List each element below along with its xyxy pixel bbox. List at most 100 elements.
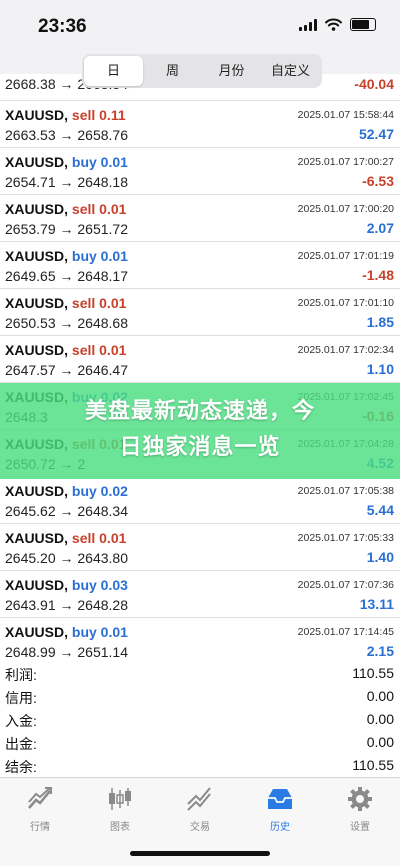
trade-datetime: 2025.01.07 17:00:20 xyxy=(297,203,394,215)
trade-prices: 2649.65 → 2648.17 xyxy=(5,268,128,284)
trade-side: sell 0.01 xyxy=(71,530,127,546)
segment-custom[interactable]: 自定义 xyxy=(261,56,320,86)
trade-side: buy 0.03 xyxy=(71,577,128,593)
trade-symbol-separator: , xyxy=(64,295,72,311)
chart-icon xyxy=(109,788,131,810)
segment-day[interactable]: 日 xyxy=(84,56,143,86)
tab-charts-label: 图表 xyxy=(110,822,130,833)
summary-label: 出金: xyxy=(5,736,37,752)
trade-prices: 2643.91 → 2648.28 xyxy=(5,597,128,613)
trade-row[interactable]: XAUUSD, sell 0.01 2647.57 → 2646.47 2025.0… xyxy=(0,336,400,383)
trade-datetime: 2025.01.07 17:01:19 xyxy=(297,250,394,262)
trade-title: XAUUSD, buy 0.02 xyxy=(5,483,128,499)
tab-history[interactable]: 历史 xyxy=(240,786,320,833)
summary-label: 信用: xyxy=(5,690,37,706)
tab-trade[interactable]: 交易 xyxy=(160,786,240,833)
trade-side: sell 0.01 xyxy=(71,342,127,358)
trade-profit: 5.44 xyxy=(366,502,394,518)
trade-title: XAUUSD, sell 0.01 xyxy=(5,295,126,311)
trade-title: XAUUSD, buy 0.01 xyxy=(5,154,128,170)
home-indicator xyxy=(130,851,270,856)
trade-row[interactable]: XAUUSD, buy 0.01 2648.99 → 2651.14 2025.01… xyxy=(0,618,400,665)
trade-prices: 2648.99 → 2651.14 xyxy=(5,644,128,660)
trade-row[interactable]: XAUUSD, buy 0.03 2643.91 → 2648.28 2025.01… xyxy=(0,571,400,618)
status-icons xyxy=(299,18,376,31)
trade-datetime: 2025.01.07 17:14:45 xyxy=(297,626,394,638)
trade-symbol-separator: , xyxy=(64,577,72,593)
status-bar: 23:36 xyxy=(0,0,400,50)
trade-icon xyxy=(187,787,211,811)
trade-title: XAUUSD, buy 0.03 xyxy=(5,577,128,593)
tab-quotes[interactable]: 行情 xyxy=(0,786,80,833)
trade-row[interactable]: XAUUSD, sell 0.01 2650.53 → 2648.68 2025.0… xyxy=(0,289,400,336)
trade-symbol: XAUUSD xyxy=(5,530,65,546)
trade-symbol: XAUUSD xyxy=(5,624,65,640)
trade-title: XAUUSD, sell 0.01 xyxy=(5,201,126,217)
trade-side: buy 0.02 xyxy=(71,483,128,499)
trade-profit: 13.11 xyxy=(359,596,394,612)
trade-title: XAUUSD, sell 0.01 xyxy=(5,342,126,358)
trade-datetime: 2025.01.07 17:05:33 xyxy=(297,532,394,544)
tab-trade-label: 交易 xyxy=(190,822,210,833)
trade-symbol: XAUUSD xyxy=(5,483,65,499)
trade-side: buy 0.01 xyxy=(71,248,128,264)
summary-label: 入金: xyxy=(5,713,37,729)
trade-profit: 1.40 xyxy=(366,549,394,565)
trade-side: buy 0.01 xyxy=(71,624,128,640)
cellular-signal-icon xyxy=(299,18,317,31)
summary-value: 0.00 xyxy=(366,711,394,727)
trade-row[interactable]: XAUUSD, buy 0.01 2654.71 → 2648.18 2025.01… xyxy=(0,148,400,195)
tab-settings[interactable]: 设置 xyxy=(320,786,400,833)
trade-symbol: XAUUSD xyxy=(5,154,65,170)
trade-datetime: 2025.01.07 17:02:34 xyxy=(297,344,394,356)
trade-symbol-separator: , xyxy=(64,201,72,217)
trade-prices: 2653.79 → 2651.72 xyxy=(5,221,128,237)
trade-row[interactable]: XAUUSD, sell 0.11 2663.53 → 2658.76 2025.0… xyxy=(0,101,400,148)
history-icon xyxy=(268,789,292,809)
trade-title: XAUUSD, sell 0.11 xyxy=(5,107,126,123)
wifi-icon xyxy=(325,18,342,31)
trade-symbol: XAUUSD xyxy=(5,107,65,123)
segment-month[interactable]: 月份 xyxy=(202,56,261,86)
trade-symbol-separator: , xyxy=(64,342,72,358)
trade-row[interactable]: XAUUSD, sell 0.01 2653.79 → 2651.72 2025.0… xyxy=(0,195,400,242)
trade-row[interactable]: XAUUSD, sell 0.01 2645.20 → 2643.80 2025.0… xyxy=(0,524,400,571)
trade-prices: 2650.53 → 2648.68 xyxy=(5,315,128,331)
trade-side: sell 0.11 xyxy=(71,107,126,123)
period-segmented-control: 日 周 月份 自定义 xyxy=(82,54,322,88)
trade-datetime: 2025.01.07 17:01:10 xyxy=(297,297,394,309)
trade-row[interactable]: XAUUSD, buy 0.01 2649.65 → 2648.17 2025.01… xyxy=(0,242,400,289)
summary-value: 0.00 xyxy=(366,734,394,750)
trade-symbol: XAUUSD xyxy=(5,295,65,311)
trade-profit: 1.85 xyxy=(366,314,394,330)
segment-week[interactable]: 周 xyxy=(143,56,202,86)
trade-datetime: 2025.01.07 17:05:38 xyxy=(297,485,394,497)
trade-symbol: XAUUSD xyxy=(5,342,65,358)
trade-prices: 2645.20 → 2643.80 xyxy=(5,550,128,566)
trade-side: buy 0.01 xyxy=(71,154,128,170)
trade-row[interactable]: XAUUSD, buy 0.02 2645.62 → 2648.34 2025.01… xyxy=(0,477,400,524)
summary-label: 利润: xyxy=(5,667,37,683)
summary-row: 结余: 110.55 xyxy=(0,754,400,777)
trade-symbol-separator: , xyxy=(64,107,72,123)
trade-profit: -40.04 xyxy=(354,76,394,92)
promo-banner-line2: 日独家消息一览 xyxy=(119,434,281,459)
trade-profit: -6.53 xyxy=(362,173,394,189)
trade-symbol: XAUUSD xyxy=(5,248,65,264)
tab-charts[interactable]: 图表 xyxy=(80,786,160,833)
summary-row: 出金: 0.00 xyxy=(0,731,400,754)
trade-prices: 2647.57 → 2646.47 xyxy=(5,362,128,378)
summary-value: 0.00 xyxy=(366,688,394,704)
settings-icon xyxy=(348,787,372,811)
promo-banner-line1: 美盘最新动态速递，今 xyxy=(84,398,315,423)
summary-row: 信用: 0.00 xyxy=(0,685,400,708)
summary-row: 利润: 110.55 xyxy=(0,662,400,685)
status-time: 23:36 xyxy=(38,16,87,37)
summary-value: 110.55 xyxy=(352,757,394,773)
trade-title: XAUUSD, sell 0.01 xyxy=(5,530,126,546)
trade-side: sell 0.01 xyxy=(71,201,127,217)
promo-banner-text: 美盘最新动态速递，今 日独家消息一览 xyxy=(0,393,400,465)
account-summary: 利润: 110.55 信用: 0.00 入金: 0.00 出金: 0.00 结余: 110.55 xyxy=(0,662,400,777)
tab-settings-label: 设置 xyxy=(350,822,370,833)
trade-prices: 2645.62 → 2648.34 xyxy=(5,503,128,519)
